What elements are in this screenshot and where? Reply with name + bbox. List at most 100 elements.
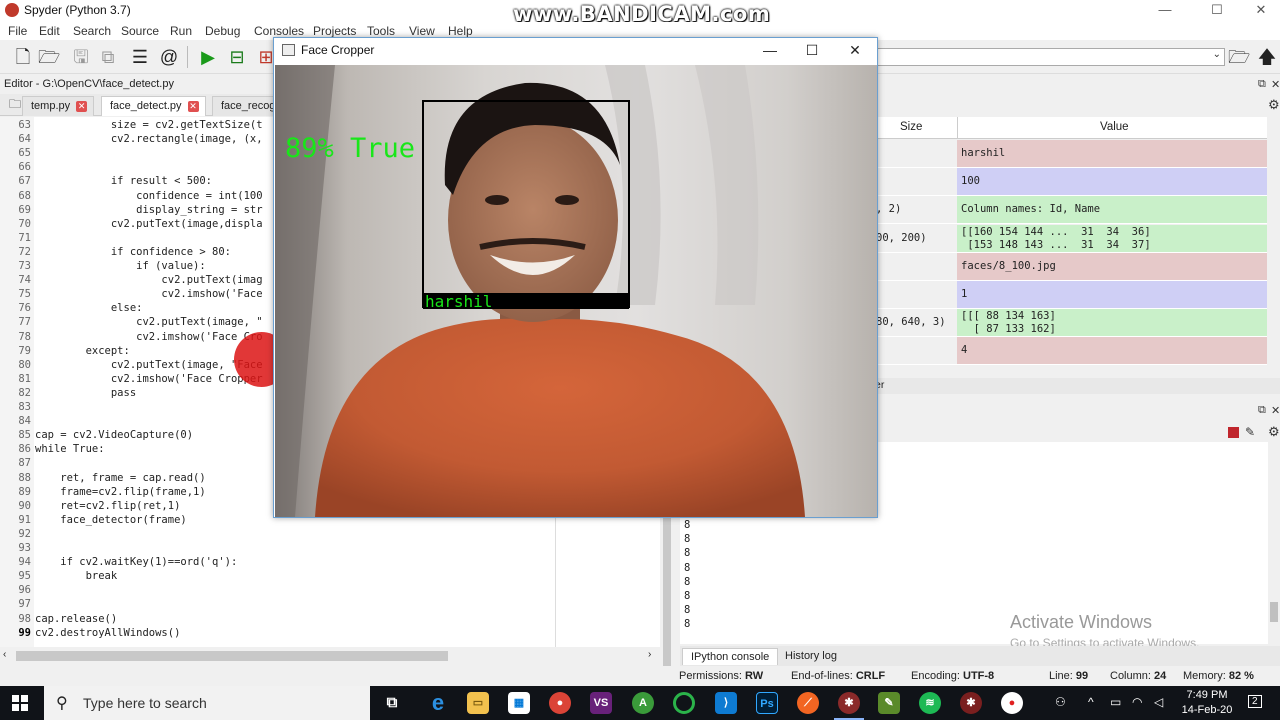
console-output-line: 8 <box>684 519 691 531</box>
size-column-header[interactable]: Size <box>900 121 922 133</box>
edge-icon[interactable]: e <box>427 692 449 714</box>
variable-explorer-scrollbar[interactable] <box>1268 117 1280 375</box>
menu-consoles[interactable]: Consoles <box>254 24 304 38</box>
spyder-icon[interactable]: ✱ <box>838 692 860 714</box>
scroll-thumb[interactable] <box>1270 602 1278 622</box>
code-line[interactable]: 98 cap.release() <box>0 612 660 626</box>
stop-icon[interactable] <box>1228 427 1239 438</box>
tab-ipython-console[interactable]: IPython console <box>682 648 779 665</box>
code-line[interactable]: 94 if cv2.waitKey(1)==ord('q'): <box>0 555 660 569</box>
open-file-icon[interactable]: 🗁 <box>38 46 60 68</box>
code-text: ret, frame = cap.read() <box>35 471 206 484</box>
code-line[interactable]: 97 <box>0 597 660 611</box>
close-tab-icon[interactable]: ✕ <box>76 101 88 112</box>
gear-icon[interactable]: ⚙ <box>1268 424 1280 440</box>
windows-start-icon[interactable] <box>12 695 28 711</box>
gear-icon[interactable]: ⚙ <box>1268 97 1280 113</box>
minimize-button[interactable]: — <box>748 38 792 64</box>
chevron-right-icon[interactable]: › <box>648 649 651 660</box>
code-line[interactable]: 93 <box>0 541 660 555</box>
menu-help[interactable]: Help <box>448 24 473 38</box>
undock-icon[interactable]: ⧉ <box>1258 78 1266 91</box>
at-icon[interactable]: @ <box>158 46 180 68</box>
code-line[interactable]: 95 break <box>0 569 660 583</box>
spotify-icon[interactable]: ≋ <box>919 692 941 714</box>
menu-edit[interactable]: Edit <box>39 24 60 38</box>
store-icon[interactable]: ▦ <box>508 692 530 714</box>
tab-face-recog[interactable]: face_recog <box>212 96 282 116</box>
chevron-up-icon[interactable]: ^ <box>1088 695 1094 709</box>
code-line[interactable]: 92 <box>0 527 660 541</box>
code-line[interactable]: 96 <box>0 583 660 597</box>
search-placeholder: Type here to search <box>83 695 207 711</box>
undock-icon[interactable]: ⧉ <box>1258 404 1266 417</box>
code-text: face_detector(frame) <box>35 513 187 526</box>
eraser-icon[interactable]: ✎ <box>1245 425 1255 439</box>
minimize-button[interactable]: — <box>1142 0 1188 22</box>
file-explorer-icon[interactable]: ▭ <box>467 692 489 714</box>
clock-time: 7:49 PM <box>1186 689 1228 701</box>
photoshop-icon[interactable]: Ps <box>756 692 778 714</box>
vscode-icon[interactable]: ⟩ <box>715 692 737 714</box>
code-text: ret=cv2.flip(ret,1) <box>35 499 181 512</box>
chrome-icon[interactable]: ● <box>549 692 571 714</box>
menu-file[interactable]: File <box>8 24 27 38</box>
close-button[interactable]: ✕ <box>1238 0 1280 22</box>
eol-label: End-of-lines: <box>791 670 853 682</box>
volume-icon[interactable]: ◁ <box>1154 695 1163 709</box>
tab-face-detect[interactable]: face_detect.py ✕ <box>101 96 206 116</box>
save-all-icon[interactable]: ⧉ <box>97 46 119 68</box>
browse-folder-icon[interactable]: 🗁 <box>1228 46 1250 68</box>
face-cropper-title-bar[interactable]: Face Cropper — ☐ ✕ <box>274 38 877 64</box>
code-text: size = cv2.getTextSize(t <box>35 119 263 131</box>
wifi-icon[interactable]: ◠ <box>1132 695 1142 709</box>
bandicam-icon[interactable]: ● <box>1001 692 1023 714</box>
tab-temp[interactable]: temp.py ✕ <box>22 96 95 116</box>
save-icon[interactable]: 🖫 <box>70 46 92 68</box>
menu-source[interactable]: Source <box>121 24 159 38</box>
working-directory-combo[interactable]: ⌄ <box>870 48 1225 66</box>
maximize-button[interactable]: ☐ <box>790 38 834 64</box>
system-clock[interactable]: 7:49 PM 14-Feb-20 <box>1178 688 1236 718</box>
new-file-icon[interactable]: 🗋 <box>12 46 34 68</box>
menu-projects[interactable]: Projects <box>313 24 356 38</box>
chevron-left-icon[interactable]: ‹ <box>3 649 6 660</box>
taskbar-search[interactable]: ⚲ Type here to search <box>44 686 370 720</box>
close-button[interactable]: ✕ <box>833 38 877 64</box>
list-icon[interactable]: ☰ <box>129 46 151 68</box>
value-column-header[interactable]: Value <box>1100 121 1129 133</box>
app-icon[interactable]: ⟋ <box>797 692 819 714</box>
console-scrollbar[interactable] <box>1268 442 1280 644</box>
run-icon[interactable]: ▶ <box>197 46 219 68</box>
battery-icon[interactable]: ▭ <box>1110 695 1121 709</box>
menu-search[interactable]: Search <box>73 24 111 38</box>
line-number: 63 <box>18 119 31 131</box>
notification-badge[interactable]: 2 <box>1248 695 1262 708</box>
line-number: 89 <box>18 485 31 498</box>
line-number: 82 <box>18 386 31 399</box>
tab-history-log[interactable]: History log <box>777 648 845 665</box>
menu-debug[interactable]: Debug <box>205 24 240 38</box>
sync-icon[interactable] <box>673 692 695 714</box>
menu-run[interactable]: Run <box>170 24 192 38</box>
android-icon[interactable]: A <box>632 692 654 714</box>
close-pane-icon[interactable]: ✕ <box>1271 404 1280 417</box>
arrow-up-icon[interactable]: 🡅 <box>1256 46 1278 68</box>
code-line[interactable]: 99 cv2.destroyAllWindows() <box>0 626 660 640</box>
column-value: 24 <box>1154 670 1167 682</box>
face-cropper-window[interactable]: Face Cropper — ☐ ✕ 89% True harshil <box>273 37 878 518</box>
scroll-thumb[interactable] <box>16 651 448 661</box>
spyder-kernel-icon[interactable]: ✱ <box>960 692 982 714</box>
run-cell-icon[interactable]: ⊟ <box>226 46 248 68</box>
people-icon[interactable]: ⚇ <box>1055 695 1066 709</box>
close-tab-icon[interactable]: ✕ <box>187 101 199 112</box>
task-view-icon[interactable]: ⧉ <box>381 692 403 714</box>
menu-tools[interactable]: Tools <box>367 24 395 38</box>
menu-view[interactable]: View <box>409 24 435 38</box>
notepad-icon[interactable]: ✎ <box>878 692 900 714</box>
close-pane-icon[interactable]: ✕ <box>1271 78 1280 91</box>
visual-studio-icon[interactable]: VS <box>590 692 612 714</box>
maximize-button[interactable]: ☐ <box>1194 0 1240 22</box>
editor-horizontal-scrollbar[interactable]: ‹ › <box>0 648 660 664</box>
clock-date: 14-Feb-20 <box>1181 704 1233 716</box>
